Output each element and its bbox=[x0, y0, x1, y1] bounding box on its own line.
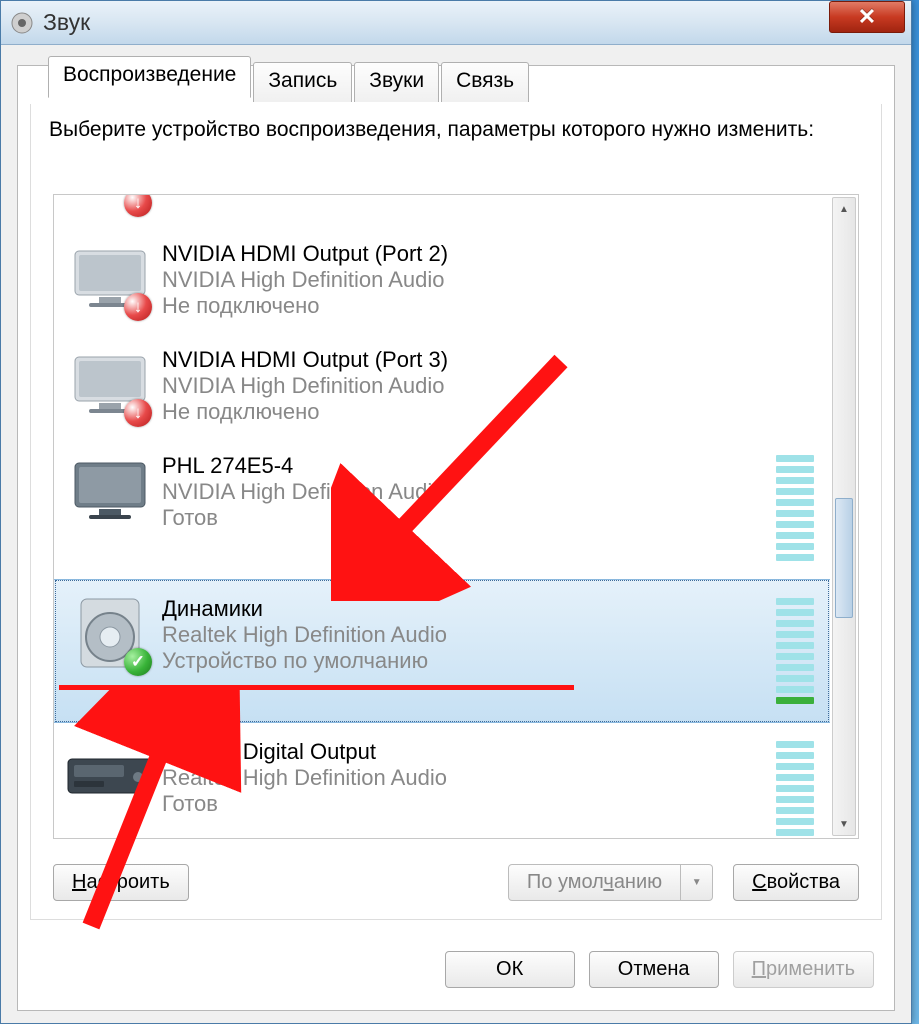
device-status: Готов bbox=[162, 505, 776, 531]
playback-panel: Выберите устройство воспроизведения, пар… bbox=[30, 104, 882, 920]
annotation-underline bbox=[59, 685, 574, 690]
device-row[interactable]: ↓ NVIDIA HDMI Output (Port 2) NVIDIA Hig… bbox=[54, 225, 830, 331]
device-list-container: ↓ ↓ bbox=[53, 194, 859, 839]
tab-sounds[interactable]: Звуки bbox=[354, 62, 439, 102]
dialog-buttons: ОК Отмена Применить bbox=[445, 951, 874, 988]
set-default-label: По умолчанию bbox=[508, 864, 681, 901]
monitor-icon: ↓ bbox=[62, 237, 158, 319]
set-default-dropdown[interactable]: По умолчанию ▼ bbox=[508, 864, 713, 901]
device-name: Realtek Digital Output bbox=[162, 739, 776, 765]
scrollbar[interactable]: ▲ ▼ bbox=[832, 197, 856, 836]
scroll-down-icon[interactable]: ▼ bbox=[833, 813, 855, 835]
tab-recording[interactable]: Запись bbox=[253, 62, 352, 102]
configure-button[interactable]: Настроить bbox=[53, 864, 189, 901]
device-list[interactable]: ↓ ↓ bbox=[54, 195, 830, 838]
device-status: Готов bbox=[162, 791, 776, 817]
cancel-button[interactable]: Отмена bbox=[589, 951, 719, 988]
device-status: Не подключено bbox=[162, 399, 820, 425]
panel-buttons: Настроить По умолчанию ▼ Свойства bbox=[53, 864, 859, 901]
tab-playback[interactable]: Воспроизведение bbox=[48, 56, 251, 98]
level-meter bbox=[776, 449, 820, 567]
monitor-icon: ↓ bbox=[62, 343, 158, 425]
device-row-selected[interactable]: ✓ Динамики Realtek High Definition Audio… bbox=[54, 579, 830, 723]
device-status: Устройство по умолчанию bbox=[162, 648, 776, 674]
titlebar: Звук ✕ bbox=[1, 1, 911, 45]
device-status: Не подключено bbox=[162, 293, 820, 319]
chevron-down-icon[interactable]: ▼ bbox=[681, 864, 713, 901]
close-icon: ✕ bbox=[858, 4, 876, 30]
sound-dialog: Звук ✕ Воспроизведение Запись Звуки Связ… bbox=[0, 0, 912, 1024]
device-driver: Realtek High Definition Audio bbox=[162, 765, 776, 791]
speaker-icon: ✓ bbox=[62, 592, 158, 674]
unplugged-badge-icon: ↓ bbox=[124, 293, 152, 321]
dialog-content: Воспроизведение Запись Звуки Связь Выбер… bbox=[17, 65, 895, 1011]
device-name: NVIDIA HDMI Output (Port 2) bbox=[162, 241, 820, 267]
apply-button[interactable]: Применить bbox=[733, 951, 874, 988]
digital-output-icon bbox=[62, 735, 158, 817]
device-driver: NVIDIA High Definition Audio bbox=[162, 267, 820, 293]
unplugged-badge-icon: ↓ bbox=[124, 195, 152, 217]
device-driver: NVIDIA High Definition Audio bbox=[162, 373, 820, 399]
device-row[interactable]: PHL 274E5-4 NVIDIA High Definition Audio… bbox=[54, 437, 830, 579]
instruction-text: Выберите устройство воспроизведения, пар… bbox=[31, 104, 881, 152]
tab-communications[interactable]: Связь bbox=[441, 62, 529, 102]
unplugged-badge-icon: ↓ bbox=[124, 399, 152, 427]
level-meter bbox=[776, 592, 820, 710]
device-name: PHL 274E5-4 bbox=[162, 453, 776, 479]
tabstrip: Воспроизведение Запись Звуки Связь bbox=[48, 62, 529, 102]
monitor-icon bbox=[62, 449, 158, 531]
device-row[interactable]: Realtek Digital Output Realtek High Defi… bbox=[54, 723, 830, 838]
window-title: Звук bbox=[43, 9, 90, 36]
scroll-up-icon[interactable]: ▲ bbox=[833, 198, 855, 220]
device-row[interactable]: ↓ NVIDIA HDMI Output (Port 3) NVIDIA Hig… bbox=[54, 331, 830, 437]
scroll-thumb[interactable] bbox=[835, 498, 853, 618]
level-meter bbox=[776, 735, 820, 838]
properties-button[interactable]: Свойства bbox=[733, 864, 859, 901]
device-driver: Realtek High Definition Audio bbox=[162, 622, 776, 648]
device-row-partial[interactable]: ↓ bbox=[54, 195, 830, 225]
monitor-icon: ↓ bbox=[62, 195, 158, 219]
device-name: Динамики bbox=[162, 596, 776, 622]
app-icon bbox=[9, 10, 35, 36]
device-name: NVIDIA HDMI Output (Port 3) bbox=[162, 347, 820, 373]
default-badge-icon: ✓ bbox=[124, 648, 152, 676]
ok-button[interactable]: ОК bbox=[445, 951, 575, 988]
close-button[interactable]: ✕ bbox=[829, 1, 905, 33]
device-driver: NVIDIA High Definition Audio bbox=[162, 479, 776, 505]
